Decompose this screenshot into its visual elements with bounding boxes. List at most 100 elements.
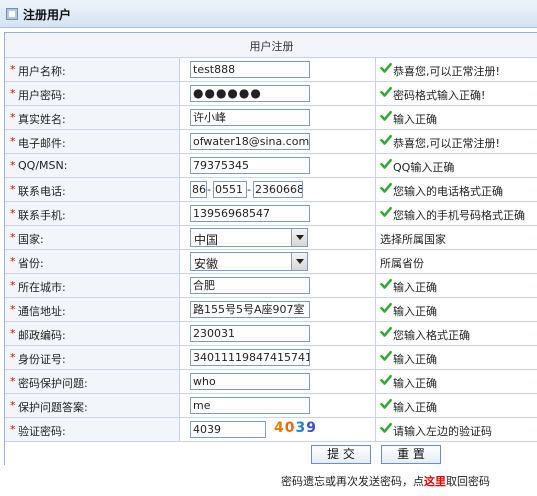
recover-note-before: 密码遗忘或再次发送密码，点 — [281, 475, 424, 488]
field-tip-cell: 您输入的手机号码格式正确 — [376, 202, 537, 225]
field-label-cell: * 国家: — [5, 226, 180, 249]
text-input[interactable]: 340111198474157​41 — [190, 349, 310, 366]
field-tip-cell: 恭喜您,可以正常注册! — [376, 130, 537, 153]
form-row: * 电子邮件: ofwater18@sina.com 恭喜您,可以正常注册! — [5, 130, 537, 154]
text-input[interactable]: 合肥 — [190, 277, 310, 294]
check-icon — [380, 110, 392, 122]
form-row: * 用户密码: ●●●●●● 密码格式输入正确! — [5, 82, 537, 106]
validation-tip: 您输入的手机号码格式正确 — [393, 209, 525, 222]
text-input[interactable]: test888 — [190, 61, 310, 78]
submit-button[interactable]: 提 交 — [311, 445, 371, 464]
field-tip-cell: 输入正确 — [376, 274, 537, 297]
text-input[interactable]: ofwater18@sina.com — [190, 133, 310, 150]
panel-titlebar: 注册用户 — [0, 0, 537, 28]
field-input-cell: test888 — [180, 58, 376, 81]
required-mark: * — [10, 231, 16, 244]
field-label: 联系手机: — [18, 209, 66, 222]
validation-tip: QQ输入正确 — [393, 161, 455, 174]
field-input-cell: 13956968547 — [180, 202, 376, 225]
form-row: * QQ/MSN: 79375345 QQ输入正确 — [5, 154, 537, 178]
check-icon — [380, 374, 392, 386]
field-label: 联系电话: — [18, 185, 66, 198]
field-label-cell: * 通信地址: — [5, 298, 180, 321]
required-mark: * — [10, 375, 16, 388]
dropdown-arrow-icon[interactable] — [291, 229, 307, 246]
panel-title: 注册用户 — [23, 8, 72, 22]
field-label: QQ/MSN: — [18, 159, 68, 172]
phone-number-input[interactable]: 2360668 — [253, 181, 303, 198]
field-tip-cell: 所属省份 — [376, 250, 537, 273]
form-row: * 密码保护问题: who 输入正确 — [5, 370, 537, 394]
validation-tip: 输入正确 — [393, 113, 437, 126]
captcha-image: 4039 — [274, 420, 317, 436]
validation-tip: 输入正确 — [393, 305, 437, 318]
recover-password-link[interactable]: 这里 — [424, 475, 446, 488]
dropdown-arrow-icon[interactable] — [291, 253, 307, 270]
field-input-cell: 79375345 — [180, 154, 376, 177]
field-label: 身份证号: — [18, 353, 66, 366]
validation-tip: 您输入格式正确 — [393, 329, 470, 342]
form-row: * 真实姓名: 许小峰 输入正确 — [5, 106, 537, 130]
user-icon — [6, 8, 18, 20]
required-mark: * — [10, 63, 16, 76]
field-tip-cell: 输入正确 — [376, 346, 537, 369]
check-icon — [380, 350, 392, 362]
field-label-cell: * 所在城市: — [5, 274, 180, 297]
field-input-cell: 路155号5号A座907室 — [180, 298, 376, 321]
phone-separator: - — [247, 183, 251, 196]
check-icon — [380, 86, 392, 98]
province-select[interactable]: 安徽 — [190, 252, 308, 271]
validation-tip: 输入正确 — [393, 401, 437, 414]
field-input-cell: me — [180, 394, 376, 417]
select-value: 安徽 — [194, 257, 219, 271]
form-row: * 用户名称: test888 恭喜您,可以正常注册! — [5, 58, 537, 82]
recover-password-note: 密码遗忘或再次发送密码，点这里取回密码 — [0, 473, 537, 489]
phone-area-code-input[interactable]: 0551 — [213, 181, 247, 198]
password-input[interactable]: ●●●●●● — [190, 85, 310, 102]
field-input-cell: 86-0551-2360668 — [180, 178, 376, 201]
form-actions: 提 交 重 置 — [5, 442, 537, 466]
required-mark: * — [10, 111, 16, 124]
field-label: 国家: — [18, 233, 44, 246]
field-label-cell: * 密码保护问题: — [5, 370, 180, 393]
field-input-cell: 340111198474157​41 — [180, 346, 376, 369]
country-select[interactable]: 中国 — [190, 228, 308, 247]
validation-tip: 请输入左边的验证码 — [393, 425, 492, 438]
form-row: * 邮政编码: 230031 您输入格式正确 — [5, 322, 537, 346]
field-tip-cell: 您输入格式正确 — [376, 322, 537, 345]
validation-tip: 您输入的电话格式正确 — [393, 185, 503, 198]
field-input-cell: 合肥 — [180, 274, 376, 297]
text-input[interactable]: 13956968547 — [190, 205, 310, 222]
text-input[interactable]: 79375345 — [190, 157, 310, 174]
text-input[interactable]: 许小峰 — [190, 109, 310, 126]
field-label-cell: * 联系电话: — [5, 178, 180, 201]
validation-tip: 恭喜您,可以正常注册! — [393, 137, 500, 150]
field-label: 验证密码: — [18, 425, 66, 438]
required-mark: * — [10, 207, 16, 220]
field-label-cell: * 电子邮件: — [5, 130, 180, 153]
field-hint: 选择所属国家 — [380, 233, 446, 246]
field-tip-cell: 输入正确 — [376, 370, 537, 393]
field-input-cell: 中国 — [180, 226, 376, 249]
validation-tip: 输入正确 — [393, 281, 437, 294]
text-input[interactable]: who — [190, 373, 310, 390]
text-input[interactable]: me — [190, 397, 310, 414]
field-label: 保护问题答案: — [18, 401, 88, 414]
captcha-input[interactable]: 4039 — [190, 421, 266, 438]
text-input[interactable]: 230031 — [190, 325, 310, 342]
validation-tip: 输入正确 — [393, 353, 437, 366]
phone-separator: - — [207, 183, 211, 196]
field-input-cell: 230031 — [180, 322, 376, 345]
phone-country-code-input[interactable]: 86 — [190, 181, 207, 198]
validation-tip: 输入正确 — [393, 377, 437, 390]
field-label: 用户密码: — [18, 89, 66, 102]
validation-tip: 恭喜您,可以正常注册! — [393, 65, 500, 78]
required-mark: * — [10, 159, 16, 172]
check-icon — [380, 326, 392, 338]
check-icon — [380, 158, 392, 170]
field-label: 所在城市: — [18, 281, 66, 294]
required-mark: * — [10, 255, 16, 268]
required-mark: * — [10, 183, 16, 196]
text-input[interactable]: 路155号5号A座907室 — [190, 301, 310, 318]
reset-button[interactable]: 重 置 — [381, 445, 441, 464]
